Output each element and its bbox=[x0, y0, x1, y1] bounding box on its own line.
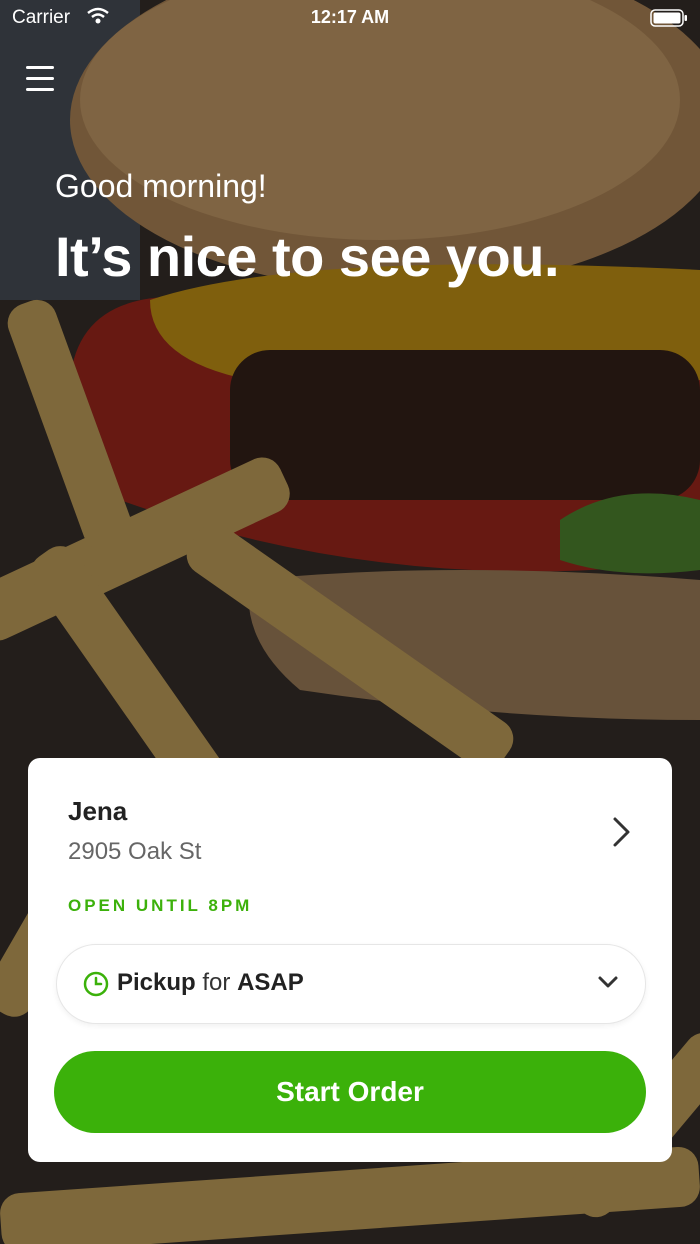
clock-icon bbox=[83, 971, 109, 997]
order-connector: for bbox=[202, 969, 231, 996]
status-bar: Carrier 12:17 AM bbox=[0, 0, 700, 38]
status-time: 12:17 AM bbox=[310, 7, 390, 27]
order-type: Pickup bbox=[117, 969, 196, 996]
chevron-right-icon[interactable] bbox=[610, 816, 634, 848]
store-name: Jena bbox=[68, 796, 128, 826]
order-mode-select[interactable]: Pickup for ASAP bbox=[56, 944, 646, 1024]
order-mode-text: Pickup for ASAP bbox=[117, 969, 304, 997]
chevron-down-icon bbox=[598, 976, 618, 988]
battery-icon bbox=[650, 9, 687, 27]
start-order-button[interactable]: Start Order bbox=[54, 1051, 646, 1133]
headline-text: It’s nice to see you. bbox=[55, 225, 560, 288]
menu-icon[interactable] bbox=[26, 66, 56, 94]
store-address: 2905 Oak St bbox=[68, 838, 202, 865]
order-time: ASAP bbox=[237, 969, 304, 996]
store-card: Jena 2905 Oak St OPEN UNTIL 8PM Pickup f… bbox=[28, 758, 672, 1162]
store-hours: OPEN UNTIL 8PM bbox=[68, 896, 253, 915]
greeting-text: Good morning! bbox=[55, 168, 267, 204]
